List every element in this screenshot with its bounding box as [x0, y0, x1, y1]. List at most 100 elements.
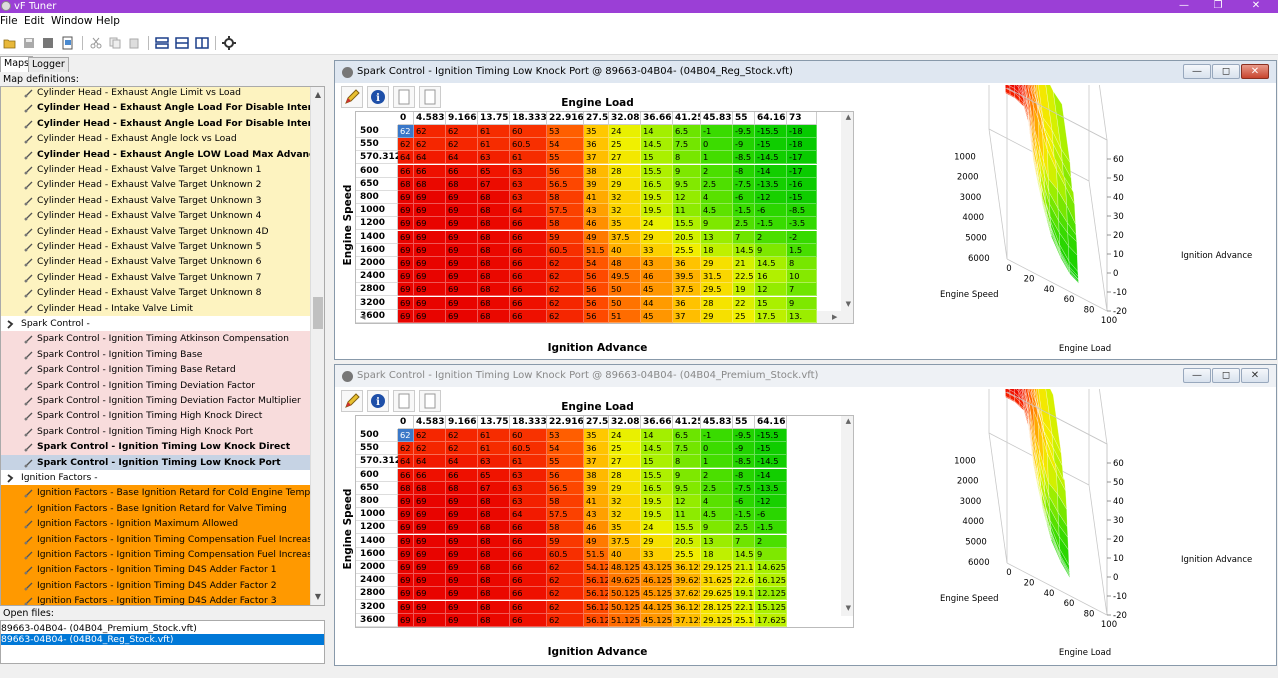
table-cell[interactable]: 66: [510, 270, 547, 284]
scroll-thumb[interactable]: [313, 297, 323, 329]
table-cell[interactable]: 48: [609, 257, 641, 270]
table-cell[interactable]: 66: [414, 468, 446, 482]
table-cell[interactable]: 69: [414, 587, 446, 601]
table-cell[interactable]: 69: [398, 561, 414, 574]
table-cell[interactable]: -15.5: [755, 429, 787, 442]
table-cell[interactable]: 9: [673, 164, 701, 178]
table-cell[interactable]: -14.5: [755, 151, 787, 165]
table-cell[interactable]: 69: [398, 257, 414, 270]
table-cell[interactable]: 69: [414, 283, 446, 297]
table-cell[interactable]: 62: [414, 138, 446, 152]
table-cell[interactable]: 62: [547, 270, 584, 284]
table-cell[interactable]: 36: [673, 296, 701, 310]
table-cell[interactable]: 62: [398, 429, 414, 442]
map-definitions-tree[interactable]: Cylinder Head - Exhaust Angle Limit vs L…: [0, 86, 325, 606]
table-cell[interactable]: 63: [510, 164, 547, 178]
surface-3d-plot[interactable]: 0204060801001000200030004000500060006050…: [855, 389, 1275, 657]
table-cell[interactable]: 69: [446, 508, 478, 522]
table-cell[interactable]: 2: [755, 534, 787, 548]
table-cell[interactable]: 6.5: [673, 125, 701, 138]
table-cell[interactable]: -18: [787, 125, 817, 138]
table-cell[interactable]: 49.5: [609, 270, 641, 284]
tree-item[interactable]: Cylinder Head - Exhaust Angle LOW Load M…: [1, 146, 311, 162]
table-cell[interactable]: 16.5: [641, 481, 673, 495]
table-cell[interactable]: 67: [478, 481, 510, 495]
table-cell[interactable]: 68: [414, 177, 446, 191]
tree-item[interactable]: Spark Control - Ignition Timing Atkinson…: [1, 331, 311, 347]
table-cell[interactable]: 2.5: [701, 177, 733, 191]
table-cell[interactable]: 62: [547, 600, 584, 614]
tree-item[interactable]: Spark Control - Ignition Timing Low Knoc…: [1, 439, 311, 455]
table-cell[interactable]: 16: [755, 270, 787, 284]
table-cell[interactable]: -8.5: [733, 151, 755, 165]
table-cell[interactable]: 18: [701, 243, 733, 257]
window-minimize-button[interactable]: —: [1183, 368, 1211, 383]
table-cell[interactable]: 62: [547, 296, 584, 310]
table-cell[interactable]: 36.125: [673, 600, 701, 614]
table-cell[interactable]: 58: [547, 521, 584, 535]
table-cell[interactable]: 66: [510, 521, 547, 535]
table-cell[interactable]: 49.625: [609, 574, 641, 588]
table-cell[interactable]: 37.625: [673, 587, 701, 601]
table-cell[interactable]: 9: [701, 521, 733, 535]
table-cell[interactable]: 28: [609, 164, 641, 178]
settings-icon[interactable]: [221, 35, 237, 51]
table-cell[interactable]: -14: [755, 164, 787, 178]
table-cell[interactable]: 69: [398, 217, 414, 231]
table-cell[interactable]: 39: [584, 481, 609, 495]
tree-item[interactable]: Cylinder Head - Exhaust Valve Target Unk…: [1, 254, 311, 270]
table-cell[interactable]: 45: [641, 283, 673, 297]
table-cell[interactable]: 4.5: [701, 204, 733, 218]
cut-icon[interactable]: [88, 35, 104, 51]
scroll-down-arrow[interactable]: ▼: [846, 604, 851, 612]
table-cell[interactable]: -16: [787, 177, 817, 191]
table-cell[interactable]: 12: [673, 191, 701, 204]
table-cell[interactable]: 63: [478, 151, 510, 165]
table-cell[interactable]: 58: [547, 217, 584, 231]
table-cell[interactable]: 14.5: [755, 257, 787, 270]
table-cell[interactable]: 19.5: [641, 495, 673, 508]
table-cell[interactable]: 54: [584, 257, 609, 270]
table-cell[interactable]: 8: [673, 455, 701, 469]
table-cell[interactable]: 50.125: [609, 587, 641, 601]
table-cell[interactable]: 59: [547, 534, 584, 548]
table-cell[interactable]: 69: [446, 561, 478, 574]
table-cell[interactable]: 56: [547, 468, 584, 482]
table-cell[interactable]: 21: [733, 257, 755, 270]
table-cell[interactable]: 69: [398, 547, 414, 561]
table-cell[interactable]: 68: [478, 191, 510, 204]
table-cell[interactable]: 69: [414, 561, 446, 574]
table-cell[interactable]: 68: [446, 481, 478, 495]
table-cell[interactable]: -1.5: [733, 204, 755, 218]
table-cell[interactable]: 69: [398, 613, 414, 627]
table-cell[interactable]: 51.125: [609, 613, 641, 627]
table-cell[interactable]: 55: [547, 455, 584, 469]
table-cell[interactable]: 18: [701, 547, 733, 561]
table-cell[interactable]: 14.5: [733, 243, 755, 257]
table-cell[interactable]: 69: [398, 270, 414, 284]
table-cell[interactable]: -1.5: [755, 217, 787, 231]
table-cell[interactable]: 69: [446, 257, 478, 270]
table-cell[interactable]: 43: [584, 204, 609, 218]
table-cell[interactable]: -6: [733, 191, 755, 204]
table-cell[interactable]: -15: [787, 191, 817, 204]
table-vscroll[interactable]: [841, 416, 853, 616]
table-cell[interactable]: 61: [510, 455, 547, 469]
table-cell[interactable]: 13.: [787, 309, 817, 323]
table-cell[interactable]: 66: [510, 547, 547, 561]
table-cell[interactable]: 62: [547, 283, 584, 297]
table-cell[interactable]: 69: [414, 508, 446, 522]
table-cell[interactable]: -9.5: [733, 429, 755, 442]
scroll-up-arrow[interactable]: ▲: [846, 417, 851, 425]
table-cell[interactable]: 25: [733, 309, 755, 323]
table-cell[interactable]: 29: [641, 534, 673, 548]
table-cell[interactable]: 15.5: [673, 521, 701, 535]
table-cell[interactable]: 62: [398, 138, 414, 152]
table-cell[interactable]: -6: [755, 204, 787, 218]
table-cell[interactable]: 14: [641, 429, 673, 442]
table-cell[interactable]: 62: [446, 125, 478, 138]
table-cell[interactable]: 68: [478, 296, 510, 310]
table-cell[interactable]: -9.5: [733, 125, 755, 138]
table-cell[interactable]: 62: [446, 442, 478, 456]
table-cell[interactable]: 62: [446, 429, 478, 442]
